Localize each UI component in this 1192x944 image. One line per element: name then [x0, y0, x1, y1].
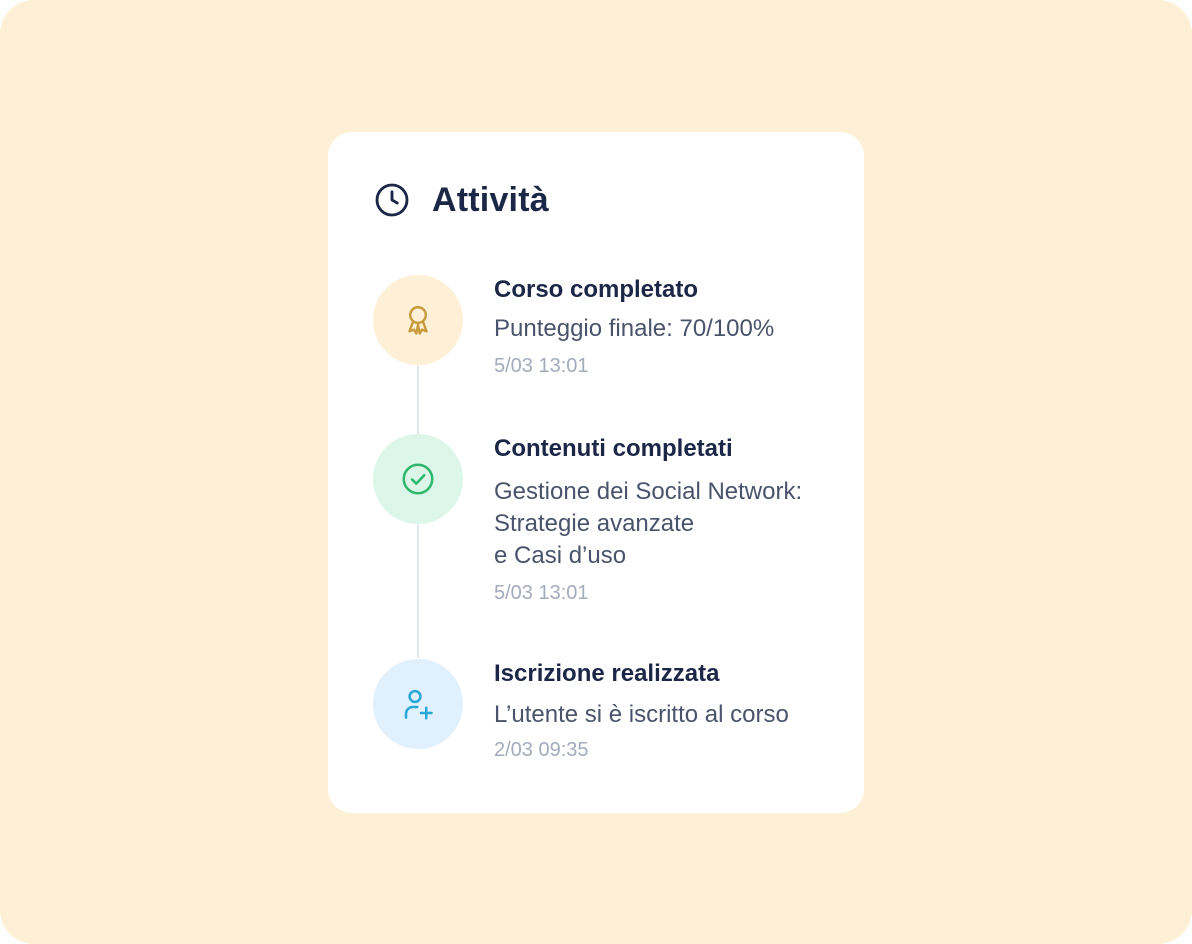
event-description-line: Punteggio finale: 70/100%: [494, 315, 775, 342]
event-course-completed: Corso completato Punteggio finale: 70/10…: [494, 275, 854, 379]
event-title: Corso completato: [494, 276, 699, 303]
event-icon-content-completed: [373, 434, 463, 524]
timeline-connector: [417, 524, 419, 658]
user-plus-icon: [400, 686, 436, 722]
event-timestamp: 5/03 13:01: [494, 355, 589, 377]
event-title: Iscrizione realizzata: [494, 660, 720, 687]
event-icon-enrollment: [373, 659, 463, 749]
event-title: Contenuti completati: [494, 435, 733, 462]
event-description: L’utente si è iscritto al corso: [494, 699, 854, 731]
event-description: Gestione dei Social Network: Strategie a…: [494, 476, 854, 572]
card-header: Attività: [374, 178, 549, 222]
event-description: Punteggio finale: 70/100%: [494, 313, 854, 345]
activity-card: Attività Corso completato Punteggio fina…: [328, 132, 864, 813]
event-description-line: L’utente si è iscritto al corso: [494, 701, 789, 728]
timeline-connector: [417, 365, 419, 435]
event-timestamp: 5/03 13:01: [494, 582, 589, 604]
check-circle-icon: [400, 461, 436, 497]
event-enrollment: Iscrizione realizzata L’utente si è iscr…: [494, 659, 854, 763]
award-ribbon-icon: [401, 303, 435, 337]
event-description-line: e Casi d’uso: [494, 542, 627, 569]
card-title: Attività: [432, 180, 549, 219]
event-icon-course-completed: [373, 275, 463, 365]
event-description-line: Strategie avanzate: [494, 510, 695, 537]
event-description-line: Gestione dei Social Network:: [494, 478, 803, 505]
event-timestamp: 2/03 09:35: [494, 739, 589, 761]
event-content-completed: Contenuti completati Gestione dei Social…: [494, 434, 854, 606]
clock-icon: [374, 182, 410, 218]
